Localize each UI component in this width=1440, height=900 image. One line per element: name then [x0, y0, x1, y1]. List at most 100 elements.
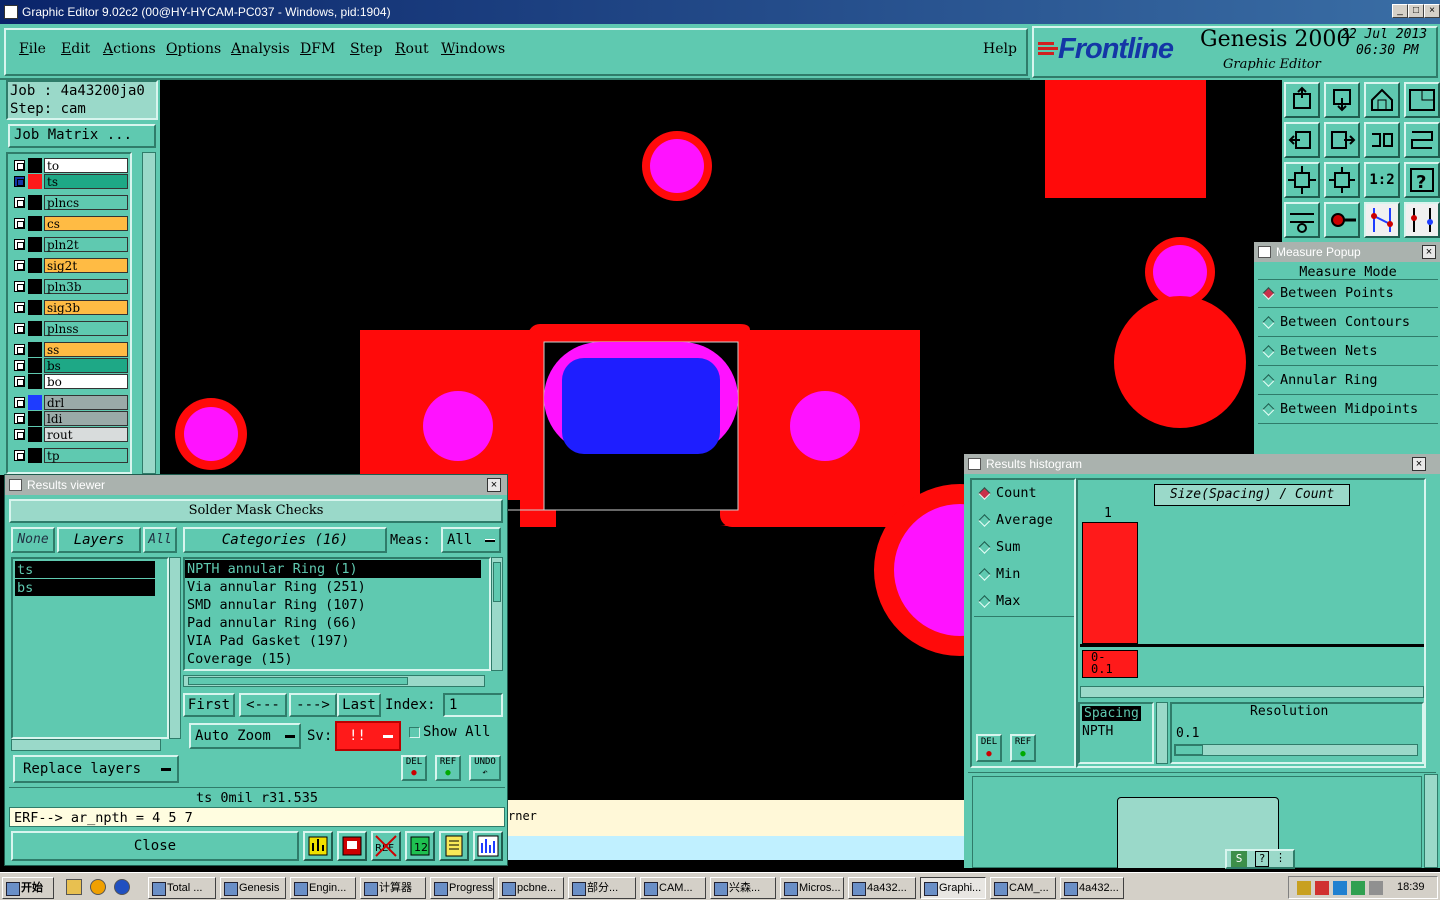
menu-rout[interactable]: Rout [395, 41, 429, 57]
histogram-h-scrollbar[interactable] [1080, 686, 1424, 698]
taskbar-item[interactable]: 计算器 [360, 877, 426, 899]
histogram-mode-average[interactable]: Average [974, 509, 1074, 535]
layer-results-h-scrollbar[interactable] [11, 739, 161, 751]
layer-row-sig2t[interactable]: sig2t [10, 258, 128, 273]
close-window-button[interactable]: × [1424, 4, 1440, 18]
taskbar-item[interactable]: 部分... [568, 877, 636, 899]
taskbar-item[interactable]: 兴森... [710, 877, 776, 899]
layer-name[interactable]: pln2t [44, 237, 128, 252]
layer-name[interactable]: to [44, 158, 128, 173]
histogram-mode-count[interactable]: Count [974, 482, 1074, 508]
rv-del-button[interactable]: DEL ● [401, 755, 427, 781]
layer-checkbox[interactable] [14, 344, 25, 355]
zoom-in-icon[interactable] [1284, 162, 1320, 198]
report-icon[interactable] [337, 831, 367, 861]
measure-option-between-nets[interactable]: Between Nets [1258, 340, 1438, 366]
snap-icon[interactable] [1324, 202, 1360, 238]
layer-name[interactable]: rout [44, 427, 128, 442]
rotate-icon[interactable] [1364, 122, 1400, 158]
taskbar-item[interactable]: Micros... [780, 877, 844, 899]
measure-option-annular-ring[interactable]: Annular Ring [1258, 369, 1438, 395]
layers-button[interactable]: Layers [57, 527, 141, 553]
tray-icon-2[interactable] [1315, 881, 1329, 895]
fit-window-icon[interactable] [1404, 82, 1440, 118]
home-icon[interactable] [1364, 82, 1400, 118]
menu-windows[interactable]: Windows [441, 41, 505, 57]
results-viewer-close-icon[interactable]: × [487, 478, 501, 492]
zoom-1-2-icon[interactable]: 1:2 [1364, 162, 1400, 198]
layer-checkbox[interactable] [14, 160, 25, 171]
categories-h-scrollbar[interactable] [183, 675, 485, 687]
taskbar-item[interactable]: 4a432... [848, 877, 916, 899]
pan-right-icon[interactable] [1324, 122, 1360, 158]
layer-checkbox[interactable] [14, 360, 25, 371]
layer-row-pln3b[interactable]: pln3b [10, 279, 128, 294]
histogram-mode-max[interactable]: Max [974, 590, 1074, 616]
measure-icon[interactable] [1404, 202, 1440, 238]
quicklaunch-desktop-icon[interactable] [66, 879, 82, 895]
taskbar-item[interactable]: pcbne... [498, 877, 564, 899]
layer-row-pln2t[interactable]: pln2t [10, 237, 128, 252]
layer-row-bo[interactable]: bo [10, 374, 128, 389]
layer-checkbox[interactable] [14, 397, 25, 408]
layer-name[interactable]: ldi [44, 411, 128, 426]
layer-row-bs[interactable]: bs [10, 358, 128, 373]
layer-name[interactable]: sig2t [44, 258, 128, 273]
resolution-slider[interactable] [1174, 744, 1418, 756]
layer-list-scrollbar[interactable] [142, 152, 156, 474]
layer-name[interactable]: bs [44, 358, 128, 373]
layer-name[interactable]: bo [44, 374, 128, 389]
quicklaunch-clock-icon[interactable] [90, 879, 106, 895]
start-button[interactable]: 开始 [2, 877, 54, 899]
layer-checkbox[interactable] [14, 376, 25, 387]
status-help-icon[interactable]: ? [1255, 851, 1269, 867]
layer-name[interactable]: drl [44, 395, 128, 410]
category-item[interactable]: Via annular Ring (251) [185, 578, 481, 596]
pan-left-icon[interactable] [1284, 122, 1320, 158]
taskbar-item[interactable]: Graphi... [920, 877, 986, 899]
histogram-mode-sum[interactable]: Sum [974, 536, 1074, 562]
category-item[interactable]: Coverage (15) [185, 650, 481, 668]
layer-results-scrollbar[interactable] [169, 557, 181, 739]
tray-icon-1[interactable] [1297, 881, 1311, 895]
histogram-ref-button[interactable]: REF ● [1010, 734, 1036, 762]
none-button[interactable]: None [11, 527, 55, 553]
histogram-list-scrollbar[interactable] [1156, 702, 1168, 764]
rv-undo-button[interactable]: UNDO ↶ [469, 755, 501, 781]
severity-dropdown[interactable]: !! [335, 721, 401, 751]
layer-row-sig3b[interactable]: sig3b [10, 300, 128, 315]
ref-delete-icon[interactable]: REF [371, 831, 401, 861]
layer-row-drl[interactable]: drl [10, 395, 128, 410]
zoom-out-icon[interactable] [1324, 162, 1360, 198]
layer-checkbox[interactable] [14, 197, 25, 208]
layer-checkbox[interactable] [14, 281, 25, 292]
category-item[interactable]: Pad annular Ring (66) [185, 614, 481, 632]
measure-option-between-contours[interactable]: Between Contours [1258, 311, 1438, 337]
close-button[interactable]: Close [11, 831, 299, 861]
quicklaunch-browser-icon[interactable] [114, 879, 130, 895]
measure-option-between-points[interactable]: Between Points [1258, 282, 1438, 308]
help-icon[interactable]: ? [1404, 162, 1440, 198]
minimize-button[interactable]: _ [1392, 4, 1408, 18]
layer-name[interactable]: plncs [44, 195, 128, 210]
layer-row-plnss[interactable]: plnss [10, 321, 128, 336]
tray-icon-5[interactable] [1369, 881, 1383, 895]
menu-analysis[interactable]: Analysis [231, 41, 290, 57]
categories-button[interactable]: Categories (16) [183, 527, 387, 553]
layer-row-to[interactable]: to [10, 158, 128, 173]
menu-edit[interactable]: Edit [61, 41, 90, 57]
menu-help[interactable]: Help [983, 41, 1017, 57]
notes-icon[interactable] [439, 831, 469, 861]
result-layer-ts[interactable]: ts [15, 561, 155, 578]
layer-row-rout[interactable]: rout [10, 427, 128, 442]
settings-icon[interactable] [1284, 202, 1320, 238]
histogram-v-scrollbar[interactable] [1424, 774, 1438, 868]
measure-option-between-midpoints[interactable]: Between Midpoints [1258, 398, 1438, 424]
layer-checkbox[interactable] [14, 429, 25, 440]
layer-checkbox[interactable] [14, 218, 25, 229]
measure-popup-close-icon[interactable]: × [1422, 245, 1436, 259]
layer-row-ss[interactable]: ss [10, 342, 128, 357]
status-updown-icon[interactable]: ⋮ [1275, 851, 1286, 864]
result-layer-bs[interactable]: bs [15, 579, 155, 596]
layer-row-tp[interactable]: tp [10, 448, 128, 463]
